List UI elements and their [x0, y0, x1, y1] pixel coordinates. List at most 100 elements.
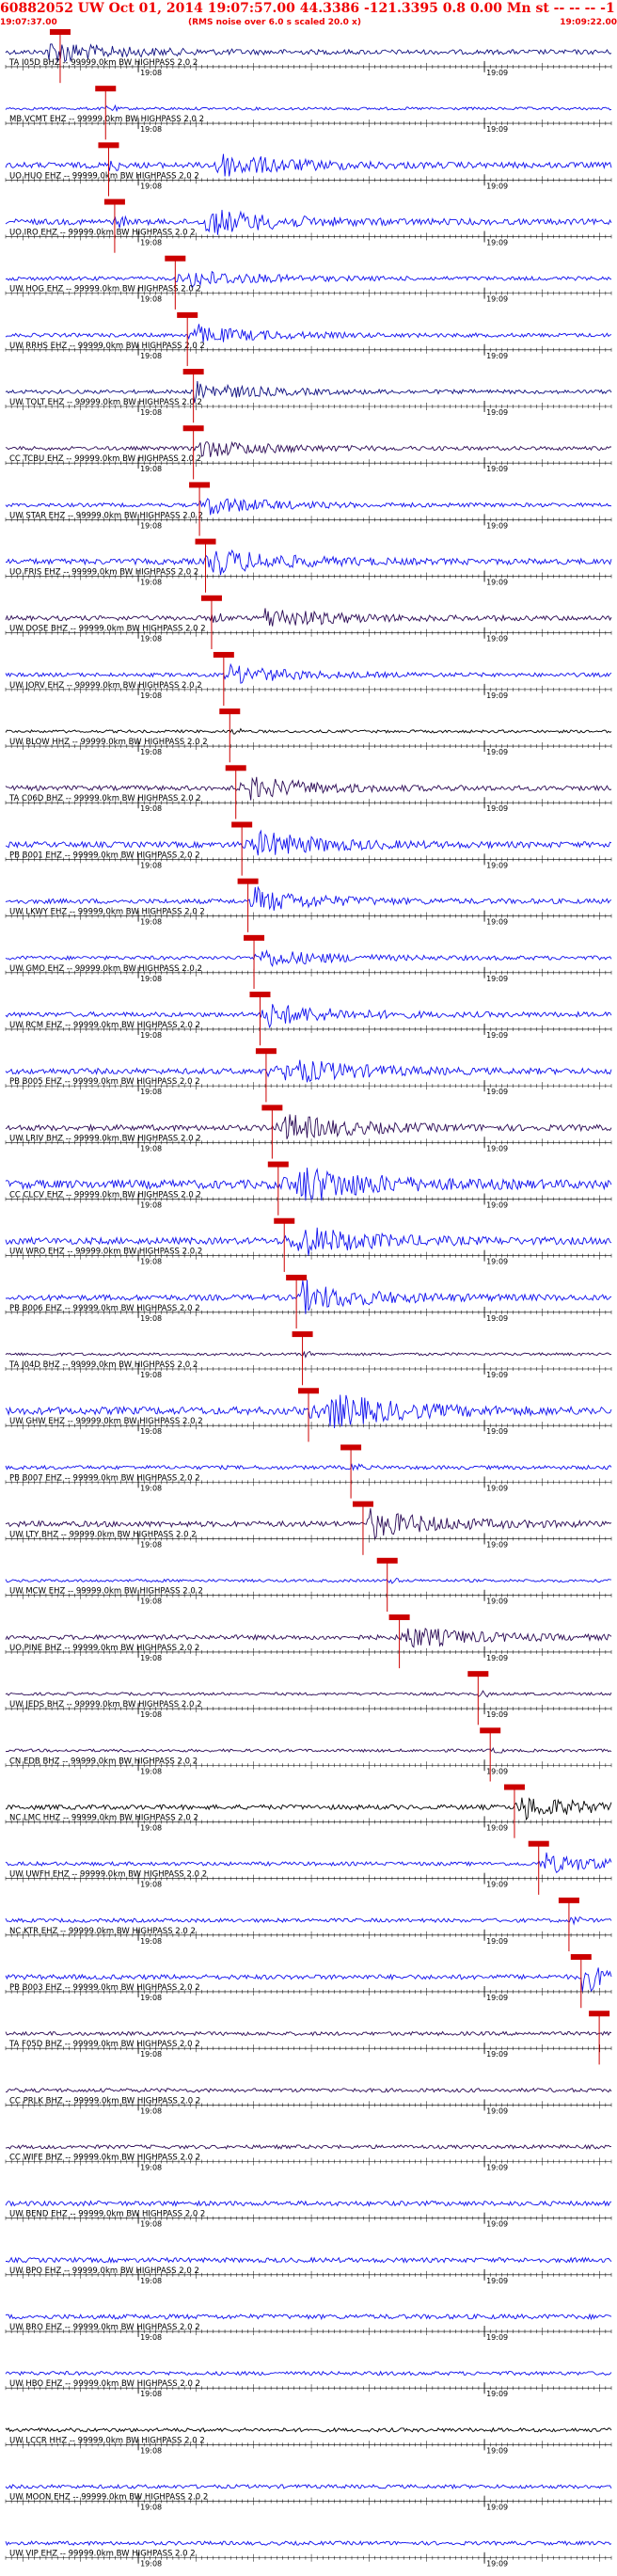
minute-label: 19:08	[140, 408, 162, 417]
minute-label: 19:08	[140, 1541, 162, 1550]
pick-marker	[558, 1897, 579, 1903]
minute-label: 19:09	[486, 1994, 508, 2002]
minute-label: 19:08	[140, 1144, 162, 1153]
minute-label: 19:09	[486, 69, 508, 77]
minute-label: 19:09	[486, 975, 508, 983]
pick-marker	[177, 311, 198, 318]
trace-row: 19:08 19:09 PB B005 EHZ -- 99999.0km BW HI…	[5, 1048, 612, 1103]
minute-label: 19:09	[486, 2050, 508, 2059]
trace-row: 19:08 19:09 UW BPO EHZ -- 99999.0km BW HIG…	[5, 2256, 612, 2285]
waveform	[5, 727, 612, 735]
minute-label: 19:08	[140, 1258, 162, 1266]
trace-row: 19:08 19:09 UW BRO EHZ -- 99999.0km BW HIG…	[5, 2313, 612, 2342]
trace-row: 19:08 19:09 CC WIFE BHZ -- 99999.0km BW HI…	[5, 2143, 612, 2171]
trace-row: 19:08 19:09 UW BEND EHZ -- 99999.0km BW HI…	[5, 2200, 612, 2229]
pick-marker	[103, 199, 125, 205]
waveform	[5, 103, 612, 113]
trace-row: 19:08 19:09 UW HBO EHZ -- 99999.0km BW HIG…	[5, 2370, 612, 2398]
minute-label: 19:09	[486, 408, 508, 417]
minute-label: 19:09	[486, 2446, 508, 2455]
trace-row: 19:08 19:09 UW UWFH EHZ -- 99999.0km BW HI…	[5, 1840, 612, 1895]
waveform	[5, 2143, 612, 2150]
trace-row: 19:08 19:09 CC CLCV EHZ -- 99999.0km BW HI…	[5, 1161, 612, 1216]
minute-label: 19:08	[140, 69, 162, 77]
pick-marker	[570, 1954, 592, 1961]
station-label: PB B007 EHZ -- 99999.0km BW HIGHPASS 2.0…	[9, 1473, 200, 1483]
trace-row: 19:08 19:09 PB B007 EHZ -- 99999.0km BW HI…	[5, 1444, 612, 1499]
waveform	[5, 2087, 612, 2093]
pick-marker	[480, 1727, 501, 1734]
minute-label: 19:08	[140, 635, 162, 644]
pick-marker	[95, 86, 117, 92]
minute-label: 19:09	[486, 918, 508, 927]
trace-row: 19:08 19:09 PB B006 EHZ -- 99999.0km BW HI…	[5, 1274, 612, 1329]
trace-row: 19:08 19:09 UW RRHS EHZ -- 99999.0km BW HI…	[5, 311, 612, 367]
station-label: CC WIFE BHZ -- 99999.0km BW HIGHPASS 2.0…	[9, 2153, 200, 2162]
minute-label: 19:08	[140, 1598, 162, 1606]
station-label: CC TCBU EHZ -- 99999.0km BW HIGHPASS 2.0…	[9, 454, 201, 464]
station-label: UW BEND EHZ -- 99999.0km BW HIGHPASS 2.0…	[9, 2210, 205, 2219]
pick-marker	[237, 878, 259, 884]
station-label: CC CLCV EHZ -- 99999.0km BW HIGHPASS 2.0…	[9, 1190, 201, 1200]
trace-row: 19:08 19:09 CC PRLK BHZ -- 99999.0km BW HI…	[5, 2087, 612, 2115]
pick-marker	[340, 1444, 362, 1451]
station-label: PB B006 EHZ -- 99999.0km BW HIGHPASS 2.0…	[9, 1304, 200, 1313]
minute-label: 19:09	[486, 2163, 508, 2171]
minute-label: 19:09	[486, 295, 508, 304]
pick-marker	[467, 1671, 489, 1678]
minute-label: 19:09	[486, 579, 508, 587]
trace-row: 19:08 19:09 CC TCBU EHZ -- 99999.0km BW HI…	[5, 425, 612, 480]
waveform	[5, 324, 612, 342]
trace-row: 19:08 19:09 TA J04D BHZ -- 99999.0km BW HI…	[5, 1331, 612, 1386]
pick-marker	[225, 765, 246, 771]
pick-marker	[589, 2011, 610, 2017]
station-label: NC KTR EHZ -- 99999.0km BW HIGHPASS 2.0 …	[9, 1927, 196, 1936]
trace-row: 19:08 19:09 UW TOLT EHZ -- 99999.0km BW HI…	[5, 369, 612, 423]
minute-label: 19:08	[140, 692, 162, 700]
minute-label: 19:08	[140, 1427, 162, 1436]
minute-label: 19:08	[140, 1710, 162, 1719]
station-label: UW LTY BHZ -- 99999.0km BW HIGHPASS 2.0 …	[9, 1531, 197, 1540]
minute-label: 19:09	[486, 465, 508, 473]
station-label: CC PRLK BHZ -- 99999.0km BW HIGHPASS 2.0…	[9, 2096, 200, 2106]
minute-label: 19:09	[486, 2107, 508, 2115]
pick-marker	[189, 482, 211, 488]
trace-row: 19:08 19:09 UW LKWY EHZ -- 99999.0km BW HI…	[5, 878, 612, 932]
station-label: UO FRIS EHZ -- 99999.0km BW HIGHPASS 2.0…	[9, 568, 198, 578]
pick-marker	[213, 651, 234, 658]
pick-marker	[376, 1557, 398, 1564]
trace-row: 19:08 19:09 UW MCW EHZ -- 99999.0km BW HIG…	[5, 1557, 612, 1612]
start-time: 19:07:37.00	[0, 18, 57, 27]
pick-marker	[274, 1217, 295, 1224]
station-label: UW RRHS EHZ -- 99999.0km BW HIGHPASS 2.0…	[9, 342, 205, 351]
station-label: UW LRIV BHZ -- 99999.0km BW HIGHPASS 2.0…	[9, 1134, 201, 1143]
pick-marker	[98, 142, 119, 149]
minute-label: 19:08	[140, 1371, 162, 1379]
minute-label: 19:09	[486, 352, 508, 360]
minute-label: 19:09	[486, 1823, 508, 1832]
waveform	[5, 1690, 612, 1698]
minute-label: 19:09	[486, 1654, 508, 1662]
trace-row: 19:08 19:09 TA I05D BHZ -- 99999.0km BW HI…	[5, 29, 612, 84]
trace-row: 19:08 19:09 UO IRO EHZ -- 99999.0km BW HIG…	[5, 199, 612, 253]
minute-label: 19:08	[140, 804, 162, 813]
minute-label: 19:08	[140, 2163, 162, 2171]
minute-label: 19:09	[486, 1201, 508, 1209]
trace-row: 19:08 19:09 UO FRIS EHZ -- 99999.0km BW HI…	[5, 538, 612, 593]
pick-marker	[49, 29, 71, 35]
pick-marker	[244, 934, 265, 941]
minute-label: 19:09	[486, 521, 508, 530]
station-label: UW JORV EHZ -- 99999.0km BW HIGHPASS 2.0…	[9, 681, 202, 691]
station-label: UW UWFH EHZ -- 99999.0km BW HIGHPASS 2.0…	[9, 1870, 207, 1880]
trace-row: 19:08 19:09UW MOON EHZ -- 99999.0km BW HI…	[5, 2483, 612, 2512]
trace-row: 19:08 19:09 UO PINE BHZ -- 99999.0km BW HI…	[5, 1614, 612, 1669]
minute-label: 19:09	[486, 238, 508, 246]
station-label: UW LCCR HHZ -- 99999.0km BW HIGHPASS 2.0…	[9, 2436, 205, 2445]
minute-label: 19:08	[140, 238, 162, 246]
waveform	[5, 2030, 612, 2037]
station-label: UW WRO EHZ -- 99999.0km BW HIGHPASS 2.0 …	[9, 1248, 202, 1257]
seismogram-plot: 19:08 19:09 TA I05D BHZ -- 99999.0km BW HI…	[5, 29, 612, 2568]
waveform	[5, 2370, 612, 2377]
minute-label: 19:09	[486, 635, 508, 644]
minute-label: 19:08	[140, 521, 162, 530]
